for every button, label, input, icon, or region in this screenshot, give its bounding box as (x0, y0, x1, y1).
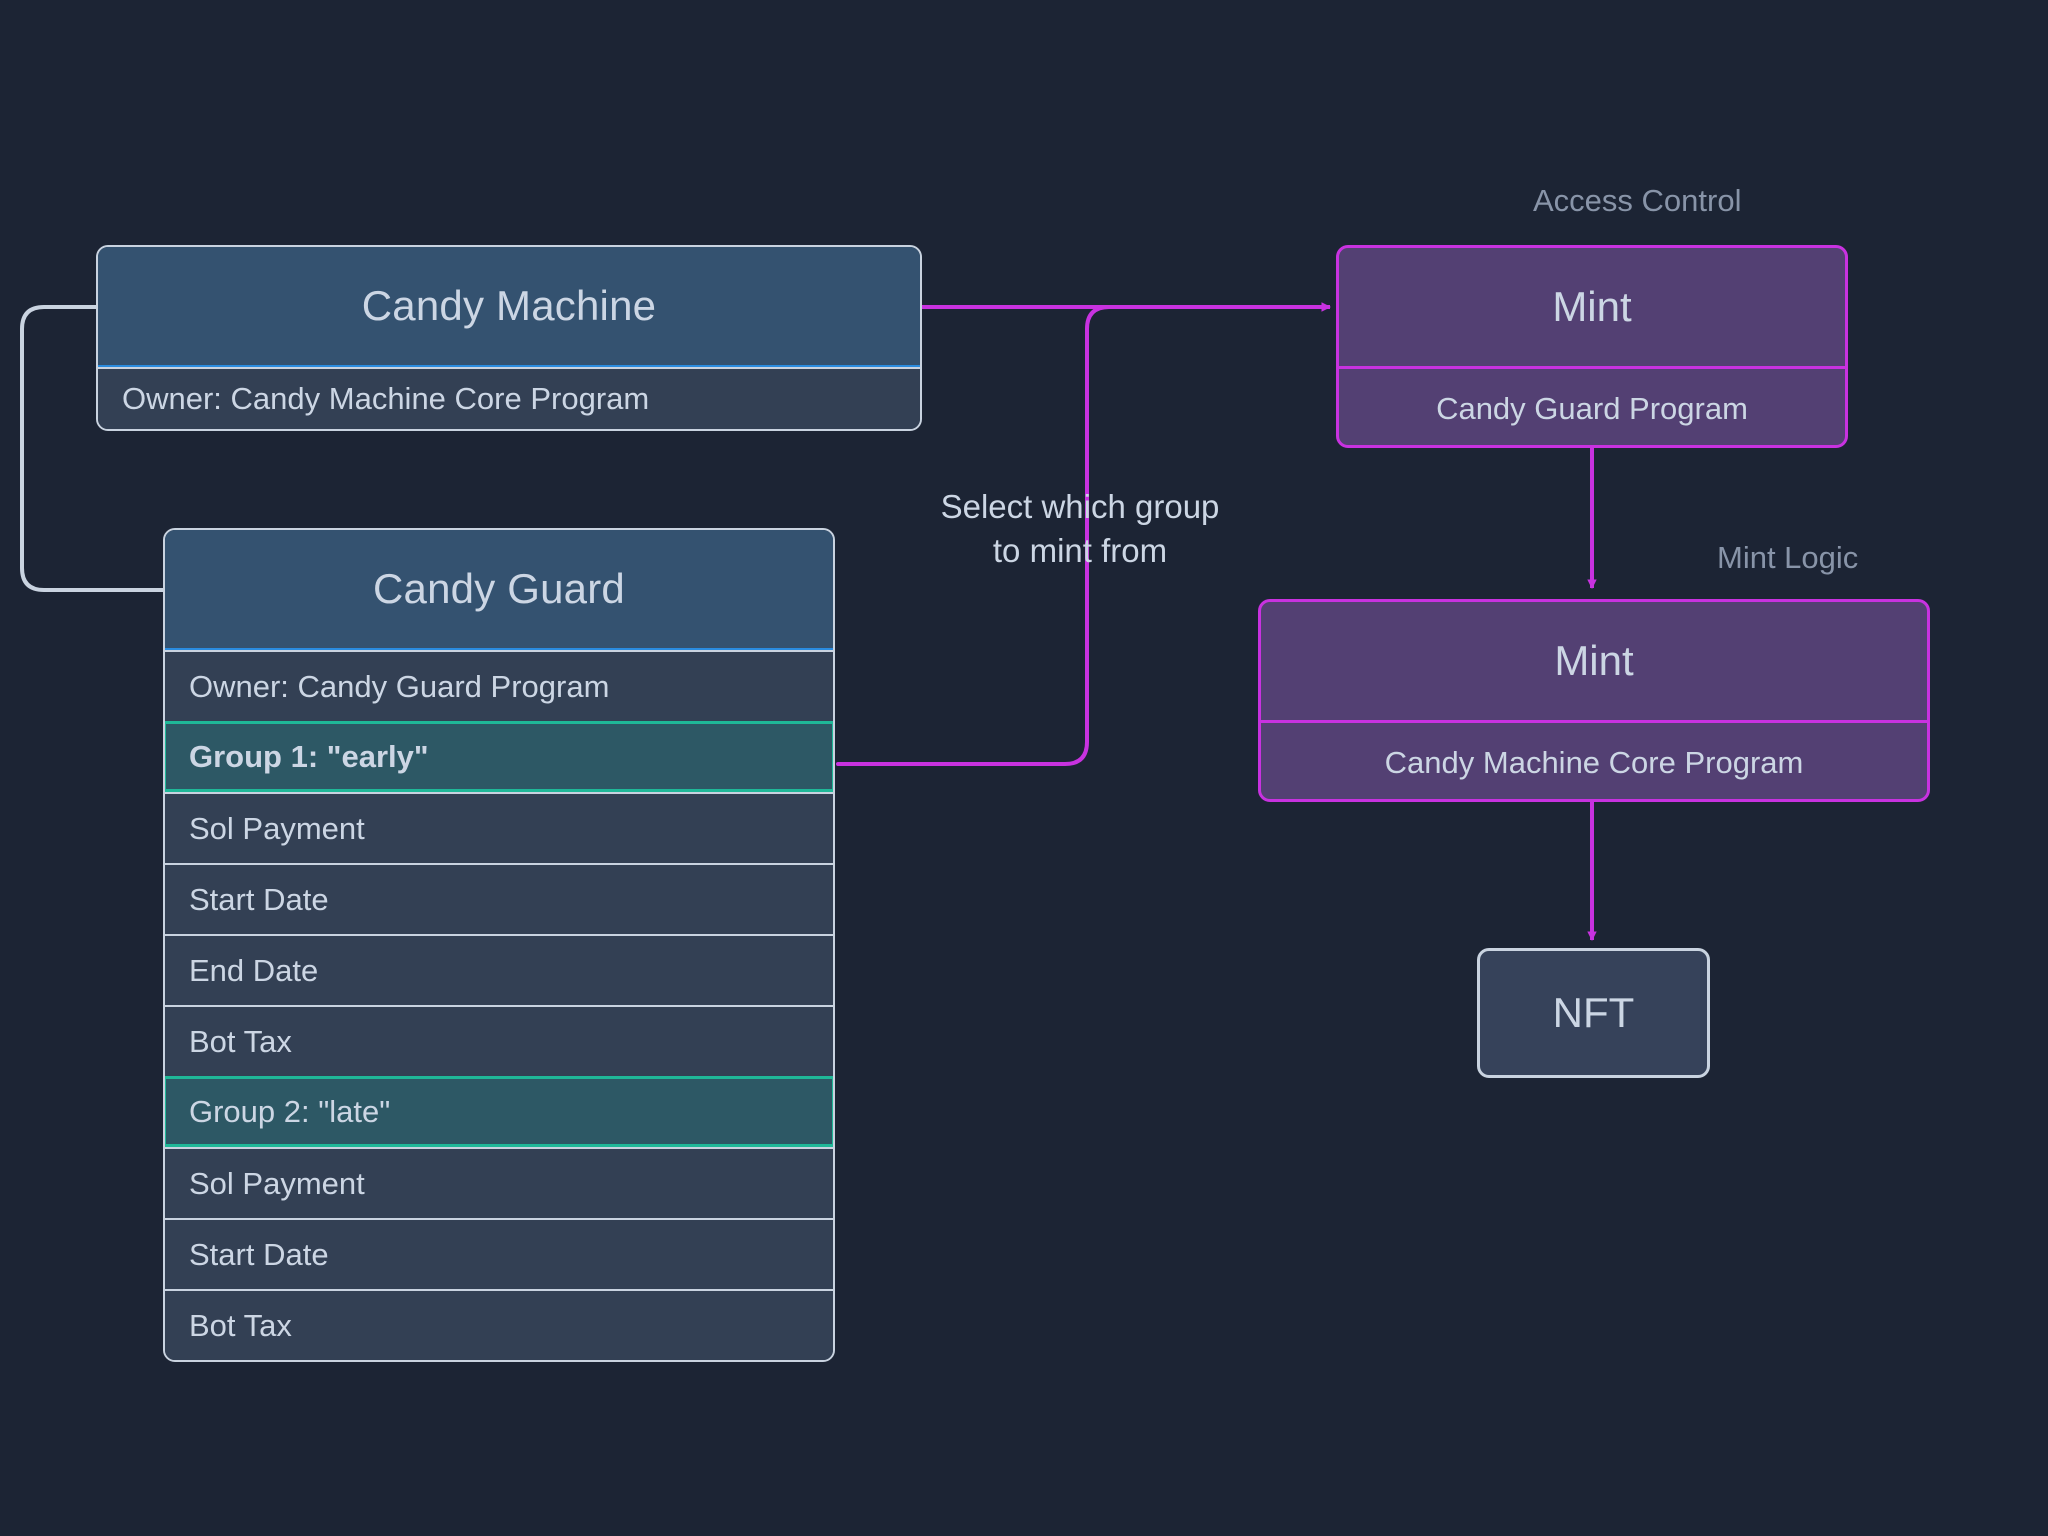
row-label: Start Date (189, 1236, 329, 1272)
row-label: Group 1: "early" (189, 738, 429, 774)
row-label: Group 2: "late" (189, 1093, 391, 1129)
node-nft[interactable]: NFT (1477, 948, 1710, 1078)
candy-machine-owner-label: Owner: Candy Machine Core Program (122, 381, 650, 416)
candy-machine-header: Candy Machine (98, 247, 920, 367)
candy-guard-row-sol-payment-1: Sol Payment (165, 792, 833, 863)
node-mint-access-control[interactable]: Mint Candy Guard Program (1336, 245, 1848, 448)
candy-guard-row-end-date-1: End Date (165, 934, 833, 1005)
row-label: End Date (189, 952, 319, 988)
nft-title: NFT (1552, 989, 1635, 1036)
candy-guard-title: Candy Guard (372, 565, 625, 612)
candy-guard-row-sol-payment-2: Sol Payment (165, 1147, 833, 1218)
candy-guard-header: Candy Guard (165, 530, 833, 650)
candy-guard-row-start-date-1: Start Date (165, 863, 833, 934)
node-candy-machine[interactable]: Candy Machine Owner: Candy Machine Core … (96, 245, 922, 431)
row-label: Start Date (189, 881, 329, 917)
mint-logic-subtitle: Candy Machine Core Program (1384, 744, 1804, 780)
annotation-select-group: Select which group to mint from (940, 488, 1220, 569)
mint-access-control-title: Mint (1552, 283, 1632, 330)
row-label: Owner: Candy Guard Program (189, 668, 610, 704)
row-label: Bot Tax (189, 1023, 292, 1059)
node-candy-guard[interactable]: Candy Guard Owner: Candy Guard Program G… (163, 528, 835, 1362)
candy-guard-row-bot-tax-2: Bot Tax (165, 1289, 833, 1360)
caption-mint-logic: Mint Logic (1717, 540, 1859, 575)
candy-guard-row-group-1[interactable]: Group 1: "early" (165, 721, 833, 792)
candy-guard-row-bot-tax-1: Bot Tax (165, 1005, 833, 1076)
candy-guard-row-owner: Owner: Candy Guard Program (165, 650, 833, 721)
mint-logic-title: Mint (1554, 637, 1634, 684)
node-mint-logic[interactable]: Mint Candy Machine Core Program (1258, 599, 1930, 802)
candy-machine-owner-row: Owner: Candy Machine Core Program (98, 367, 920, 429)
mint-access-control-subtitle: Candy Guard Program (1436, 390, 1748, 426)
row-label: Sol Payment (189, 810, 365, 846)
candy-machine-title: Candy Machine (361, 282, 657, 329)
candy-guard-row-start-date-2: Start Date (165, 1218, 833, 1289)
row-label: Bot Tax (189, 1307, 292, 1343)
caption-access-control: Access Control (1533, 183, 1742, 218)
diagram-canvas: Candy Machine Owner: Candy Machine Core … (0, 0, 2048, 1536)
mint-logic-subtitle-row: Candy Machine Core Program (1261, 723, 1927, 799)
mint-access-control-title-row: Mint (1339, 248, 1845, 369)
mint-logic-title-row: Mint (1261, 602, 1927, 723)
candy-guard-row-group-2[interactable]: Group 2: "late" (165, 1076, 833, 1147)
mint-access-control-subtitle-row: Candy Guard Program (1339, 369, 1845, 445)
row-label: Sol Payment (189, 1165, 365, 1201)
